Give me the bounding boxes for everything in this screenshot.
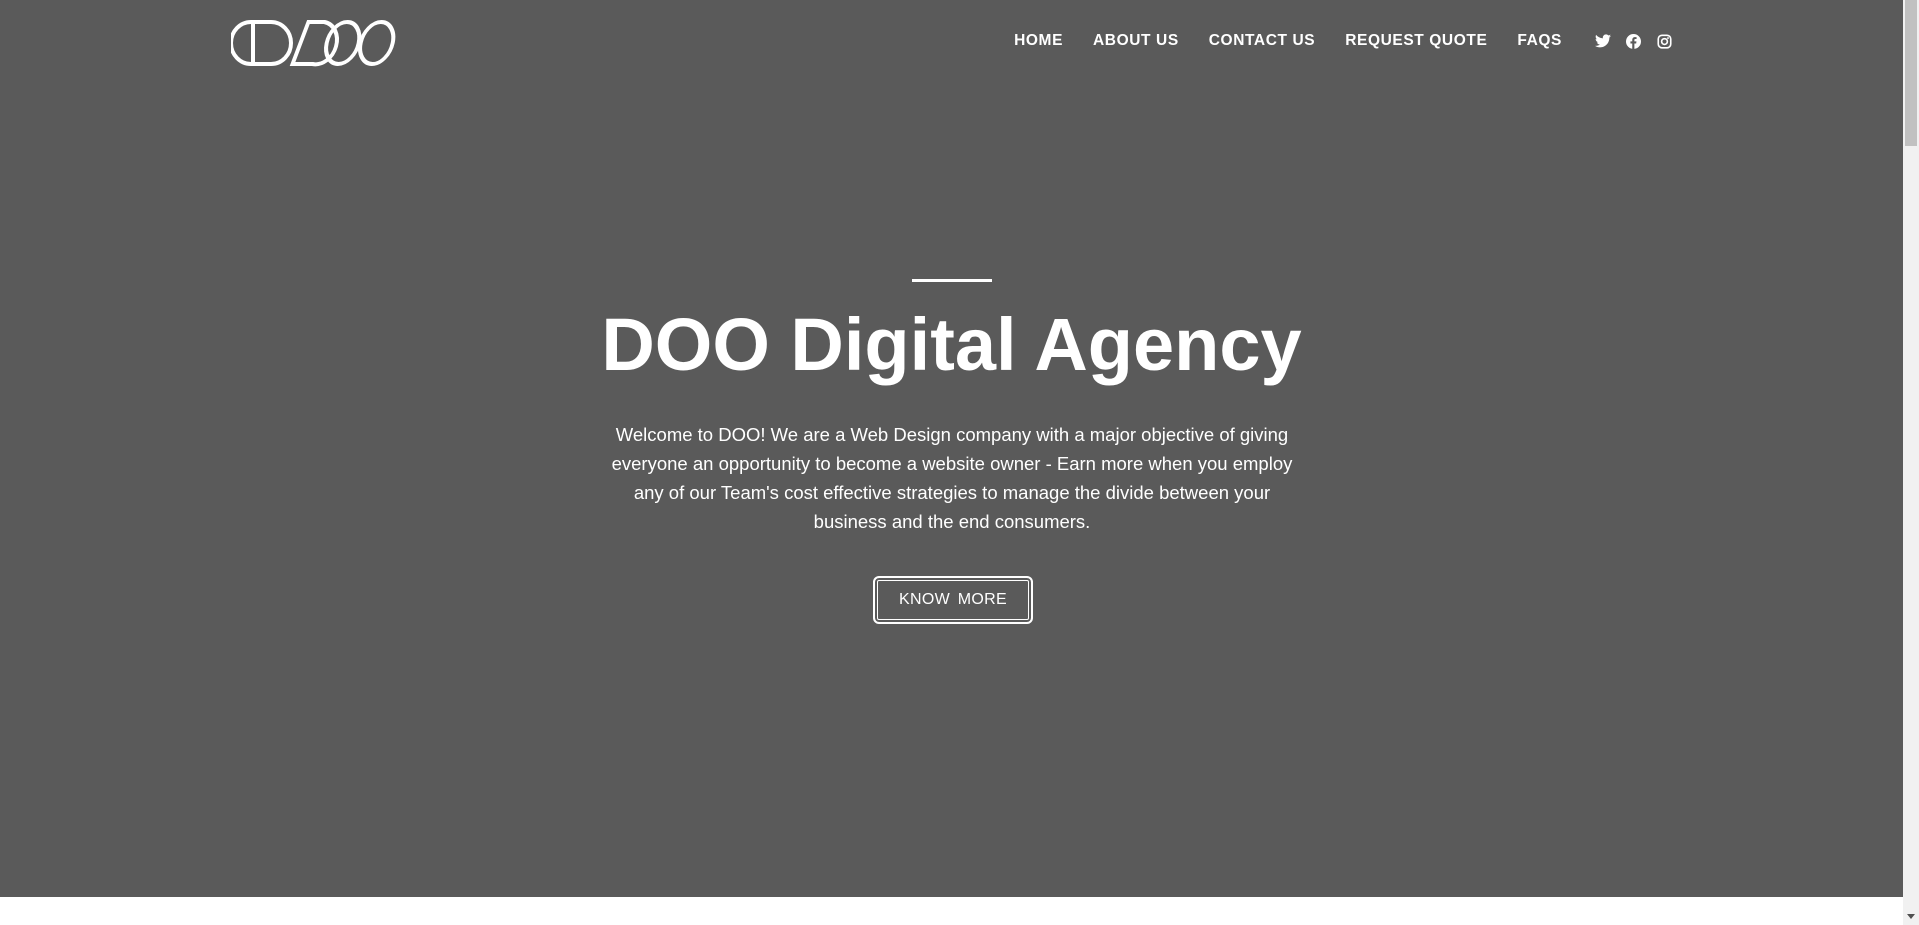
- next-section: [0, 897, 1903, 925]
- scrollbar[interactable]: [1903, 0, 1919, 925]
- know-more-button[interactable]: KNOW MORE: [873, 576, 1033, 624]
- hero-description: Welcome to DOO! We are a Web Design comp…: [611, 424, 1293, 532]
- hero-title: DOO Digital Agency: [601, 303, 1302, 386]
- twitter-icon[interactable]: [1594, 33, 1611, 50]
- nav-home[interactable]: HOME: [1014, 32, 1063, 50]
- instagram-icon[interactable]: [1656, 33, 1673, 50]
- page: HOME ABOUT US CONTACT US REQUEST QUOTE F…: [0, 0, 1919, 925]
- nav-request-quote[interactable]: REQUEST QUOTE: [1345, 32, 1487, 50]
- main-nav: HOME ABOUT US CONTACT US REQUEST QUOTE F…: [1014, 28, 1673, 54]
- nav-faqs[interactable]: FAQS: [1517, 32, 1562, 50]
- logo[interactable]: [229, 18, 399, 68]
- facebook-icon[interactable]: [1625, 33, 1642, 50]
- logo-graphic: [229, 20, 396, 67]
- nav-about-us[interactable]: ABOUT US: [1093, 32, 1179, 50]
- hero-section: HOME ABOUT US CONTACT US REQUEST QUOTE F…: [0, 0, 1903, 897]
- scrollbar-thumb[interactable]: [1905, 0, 1917, 146]
- scroll-down-arrow-icon[interactable]: [1903, 908, 1919, 925]
- social-links: [1594, 33, 1673, 50]
- title-divider: [912, 279, 992, 282]
- nav-contact-us[interactable]: CONTACT US: [1209, 32, 1315, 50]
